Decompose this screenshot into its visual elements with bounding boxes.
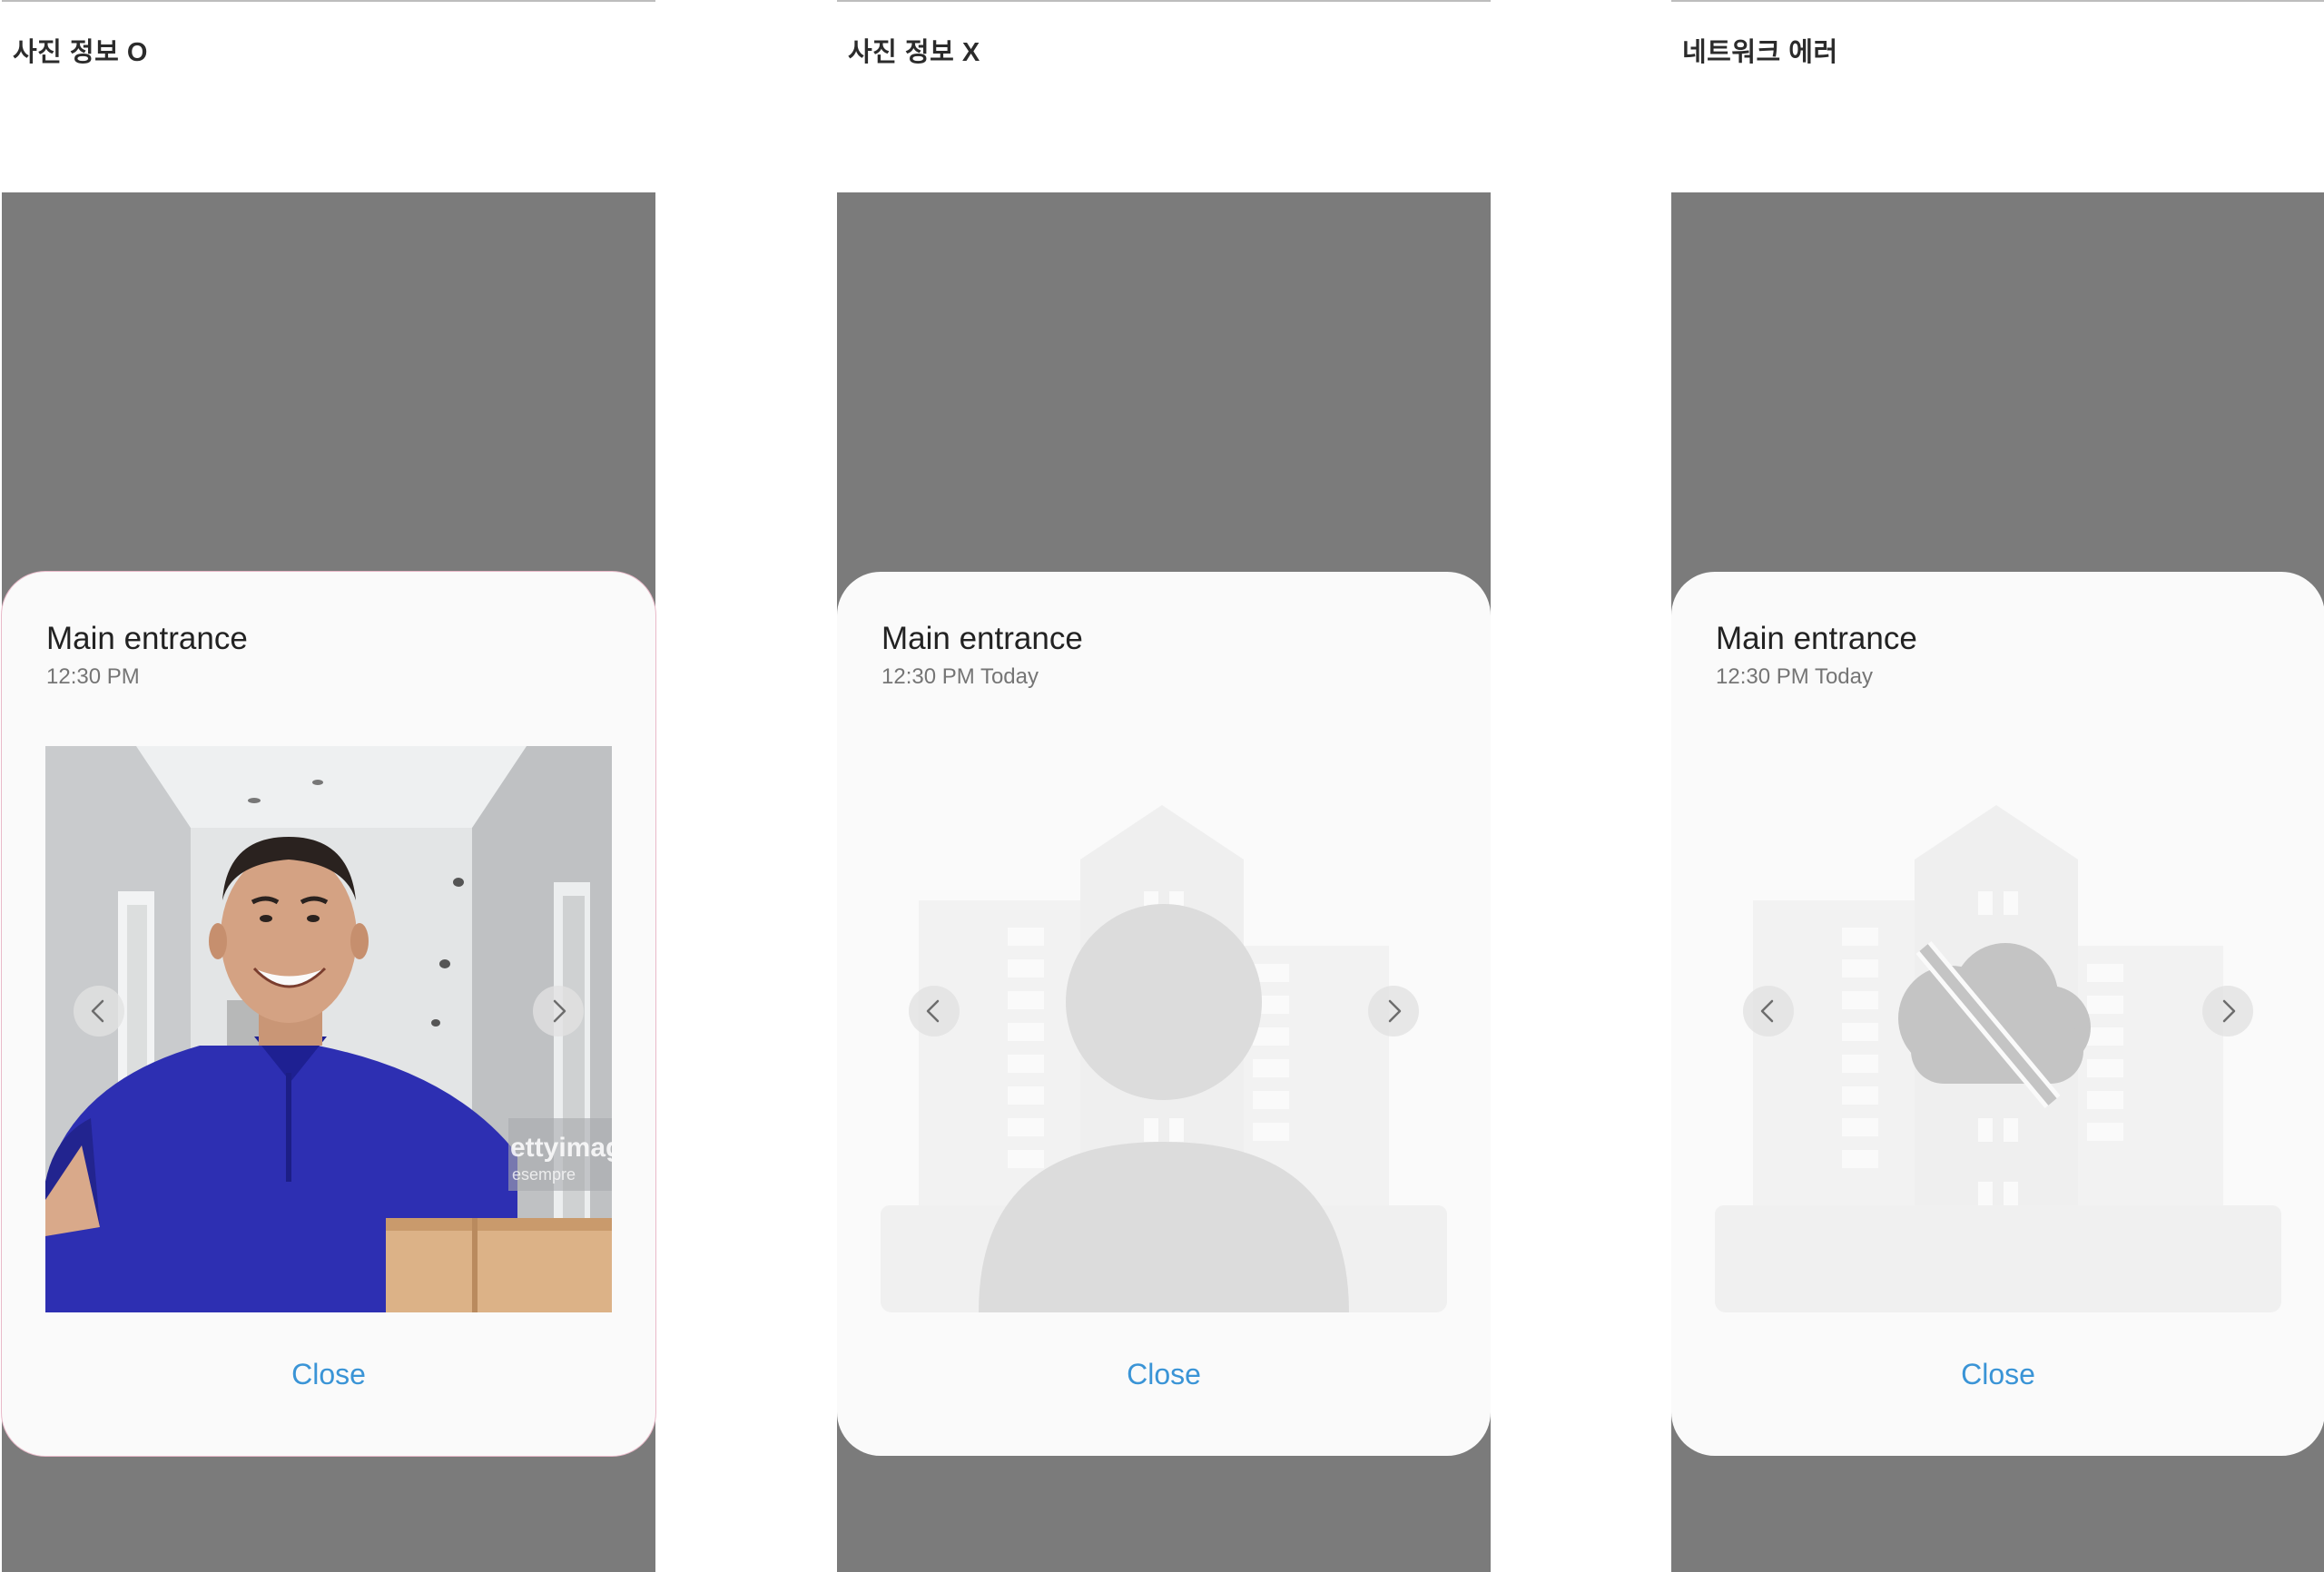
photo-placeholder — [881, 746, 1447, 1312]
next-photo-button[interactable] — [1368, 986, 1419, 1037]
visitor-dialog: Main entrance 12:30 PM Today Close — [1671, 572, 2324, 1456]
panel-photo-available: 사진 정보 O Main entrance 12:30 PM ettyimag … — [2, 0, 655, 1572]
divider — [837, 0, 1491, 2]
visitor-photo-image: ettyimag esempre — [45, 746, 612, 1312]
panel-network-error: 네트워크 에러 Main entrance 12:30 PM Today Clo… — [1671, 0, 2324, 1572]
photo-placeholder — [1715, 746, 2281, 1312]
visitor-dialog: Main entrance 12:30 PM ettyimag esempre … — [2, 572, 655, 1456]
divider — [1671, 0, 2324, 2]
chevron-right-icon — [2222, 999, 2236, 1023]
divider — [2, 0, 655, 2]
panel-label: 사진 정보 O — [13, 38, 148, 67]
visitor-photo: ettyimag esempre — [45, 746, 612, 1312]
person-placeholder-icon — [979, 904, 1349, 1312]
dialog-title: Main entrance — [1716, 621, 1917, 656]
close-button[interactable]: Close — [2, 1360, 655, 1389]
chevron-right-icon — [1388, 999, 1402, 1023]
prev-photo-button[interactable] — [909, 986, 960, 1037]
panel-label: 사진 정보 X — [848, 38, 980, 67]
prev-photo-button[interactable] — [74, 986, 124, 1037]
watermark-text: ettyimag — [510, 1133, 612, 1163]
next-photo-button[interactable] — [533, 986, 584, 1037]
visitor-dialog: Main entrance 12:30 PM Today Close — [837, 572, 1491, 1456]
dialog-timestamp: 12:30 PM Today — [1716, 664, 1874, 689]
dialog-title: Main entrance — [46, 621, 248, 656]
prev-photo-button[interactable] — [1743, 986, 1794, 1037]
dialog-timestamp: 12:30 PM Today — [881, 664, 1039, 689]
panel-label: 네트워크 에러 — [1682, 38, 1838, 67]
chevron-left-icon — [91, 999, 104, 1023]
cloud-off-icon — [1898, 940, 2091, 1109]
dialog-title: Main entrance — [881, 621, 1083, 656]
close-button[interactable]: Close — [1671, 1360, 2324, 1389]
chevron-left-icon — [1760, 999, 1774, 1023]
close-button[interactable]: Close — [837, 1360, 1491, 1389]
watermark-subtext: esempre — [512, 1165, 576, 1184]
chevron-left-icon — [926, 999, 940, 1023]
chevron-right-icon — [553, 999, 566, 1023]
dialog-timestamp: 12:30 PM — [46, 664, 140, 689]
panel-no-photo: 사진 정보 X Main entrance 12:30 PM Today Clo… — [837, 0, 1491, 1572]
next-photo-button[interactable] — [2202, 986, 2253, 1037]
